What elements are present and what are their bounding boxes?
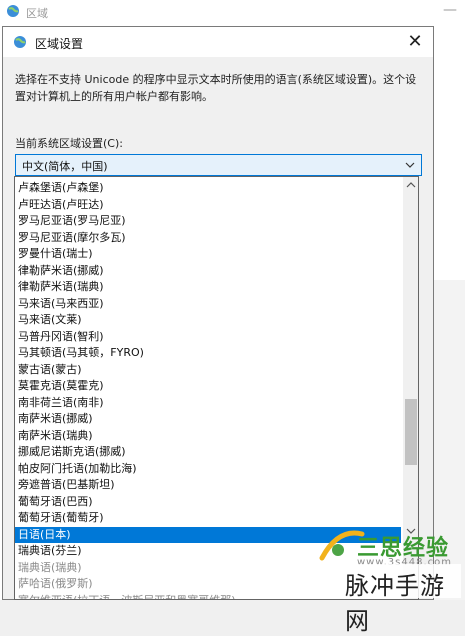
locale-list-item[interactable]: 罗曼什语(瑞士) <box>15 246 401 263</box>
locale-list-item[interactable]: 马其顿语(马其顿，FYRO) <box>15 345 401 362</box>
scroll-up-icon[interactable] <box>403 177 419 193</box>
locale-list-item[interactable]: 南非荷兰语(南非) <box>15 395 401 412</box>
locale-list-item[interactable]: 罗马尼亚语(摩尔多瓦) <box>15 230 401 247</box>
locale-list-item[interactable]: 马来语(马来西亚) <box>15 296 401 313</box>
locale-combobox[interactable]: 中文(简体，中国) <box>15 154 422 176</box>
scroll-thumb[interactable] <box>405 399 417 465</box>
close-icon: ✕ <box>407 31 423 52</box>
locale-list-item[interactable]: 马普丹冈语(智利) <box>15 329 401 346</box>
globe-icon <box>14 36 26 48</box>
locale-list-item[interactable]: 挪威尼诺斯克语(挪威) <box>15 444 401 461</box>
dialog-title: 区域设置 <box>35 37 84 51</box>
locale-list-item[interactable]: 蒙古语(蒙古) <box>15 362 401 379</box>
locale-list-item[interactable]: 莫霍克语(莫霍克) <box>15 378 401 395</box>
watermark-badge-text: 脉冲手游网 <box>345 572 445 635</box>
locale-list-item[interactable]: 葡萄牙语(巴西) <box>15 494 401 511</box>
region-window-title: 区域 <box>26 7 48 20</box>
locale-list-item[interactable]: 律勒萨米语(瑞典) <box>15 279 401 296</box>
locale-list-item[interactable]: 罗马尼亚语(罗马尼亚) <box>15 213 401 230</box>
current-locale-label: 当前系统区域设置(C): <box>15 137 123 150</box>
locale-list-item[interactable]: 律勒萨米语(挪威) <box>15 263 401 280</box>
close-button[interactable]: ✕ <box>401 29 429 55</box>
locale-list-item[interactable]: 马来语(文莱) <box>15 312 401 329</box>
region-window-titlebar: 区域 — <box>0 0 465 24</box>
dialog-description: 选择在不支持 Unicode 的程序中显示文本时所使用的语言(系统区域设置)。这… <box>15 73 417 103</box>
chevron-down-icon <box>405 162 415 168</box>
minimize-icon[interactable]: — <box>443 2 457 18</box>
locale-list-item[interactable]: 南萨米语(挪威) <box>15 411 401 428</box>
globe-icon <box>7 5 19 17</box>
dialog-titlebar: 区域设置 ✕ <box>3 27 433 57</box>
locale-list-item[interactable]: 南萨米语(瑞典) <box>15 428 401 445</box>
locale-list-item[interactable]: 帕皮阿门托语(加勒比海) <box>15 461 401 478</box>
locale-list-item[interactable]: 卢旺达语(卢旺达) <box>15 197 401 214</box>
locale-list-item[interactable]: 旁遮普语(巴基斯坦) <box>15 477 401 494</box>
locale-list-item[interactable]: 卢森堡语(卢森堡) <box>15 180 401 197</box>
locale-combobox-value: 中文(简体，中国) <box>22 160 108 173</box>
